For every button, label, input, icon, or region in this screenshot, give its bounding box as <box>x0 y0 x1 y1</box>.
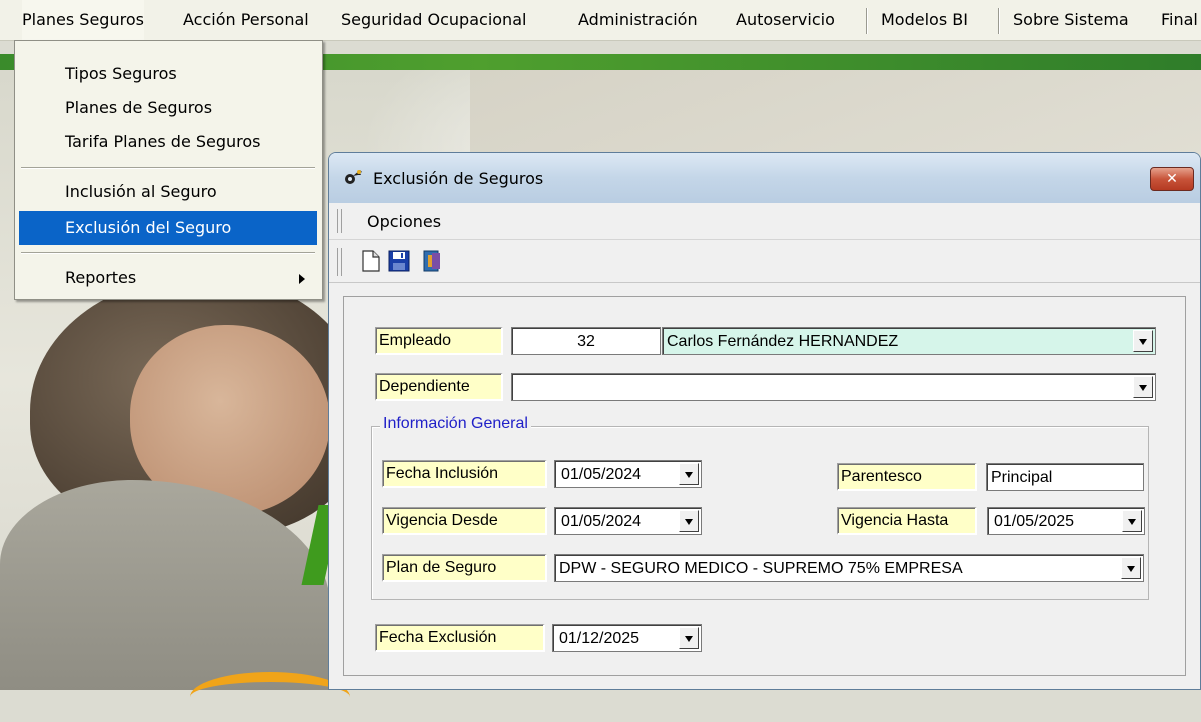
close-button[interactable]: ✕ <box>1150 167 1194 191</box>
menu-divider <box>21 252 315 254</box>
group-title: Información General <box>380 415 531 433</box>
menu-separator <box>866 8 868 34</box>
menu-separator <box>998 8 1000 34</box>
planes-seguros-dropdown: Tipos Seguros Planes de Seguros Tarifa P… <box>14 40 323 300</box>
menu-item-reportes[interactable]: Reportes <box>19 261 317 295</box>
menu-modelos-bi[interactable]: Modelos BI <box>881 0 968 40</box>
plan-de-seguro-label: Plan de Seguro <box>382 554 547 582</box>
dependiente-label: Dependiente <box>375 373 503 401</box>
plan-de-seguro-value: DPW - SEGURO MEDICO - SUPREMO 75% EMPRES… <box>559 560 963 577</box>
main-menubar: Planes Seguros Acción Personal Seguridad… <box>0 0 1201 41</box>
empleado-name-value: Carlos Fernández HERNANDEZ <box>667 333 899 350</box>
new-document-icon[interactable] <box>359 249 383 273</box>
window-menustrip: Opciones <box>329 203 1200 240</box>
exclusion-form-panel: Empleado 32 Carlos Fernández HERNANDEZ D… <box>343 296 1186 676</box>
plan-de-seguro-combo[interactable]: DPW - SEGURO MEDICO - SUPREMO 75% EMPRES… <box>554 554 1144 582</box>
vigencia-desde-value: 01/05/2024 <box>561 513 642 530</box>
vigencia-hasta-value: 01/05/2025 <box>994 513 1075 530</box>
fecha-inclusion-picker[interactable]: 01/05/2024 <box>554 460 702 488</box>
window-titlebar[interactable]: Exclusión de Seguros ✕ <box>329 153 1200 203</box>
exit-icon[interactable] <box>421 249 445 273</box>
dependiente-combo[interactable] <box>511 373 1156 401</box>
save-icon[interactable] <box>387 249 411 273</box>
menu-item-planes-de-seguros[interactable]: Planes de Seguros <box>19 91 317 125</box>
vigencia-desde-picker[interactable]: 01/05/2024 <box>554 507 702 535</box>
empleado-name-combo[interactable]: Carlos Fernández HERNANDEZ <box>662 327 1156 355</box>
menu-divider <box>21 167 315 169</box>
toolbar-grip <box>337 248 342 276</box>
app-key-icon <box>345 170 362 184</box>
fecha-exclusion-label: Fecha Exclusión <box>375 624 545 652</box>
menu-autoservicio[interactable]: Autoservicio <box>736 0 835 40</box>
chevron-down-icon[interactable] <box>679 510 699 532</box>
empleado-id-field[interactable]: 32 <box>511 327 661 355</box>
menu-planes-seguros[interactable]: Planes Seguros <box>22 0 144 40</box>
menu-opciones[interactable]: Opciones <box>367 203 441 239</box>
vigencia-hasta-picker[interactable]: 01/05/2025 <box>987 507 1145 535</box>
menu-item-tipos-seguros[interactable]: Tipos Seguros <box>19 57 317 91</box>
menu-administracion[interactable]: Administración <box>578 0 698 40</box>
menu-seguridad-ocupacional[interactable]: Seguridad Ocupacional <box>341 0 526 40</box>
parentesco-field[interactable]: Principal <box>986 463 1144 491</box>
vigencia-desde-label: Vigencia Desde <box>382 507 547 535</box>
menu-final[interactable]: Final <box>1161 0 1198 40</box>
menu-item-tarifa-planes[interactable]: Tarifa Planes de Seguros <box>19 125 317 159</box>
fecha-exclusion-picker[interactable]: 01/12/2025 <box>552 624 702 652</box>
chevron-down-icon[interactable] <box>1122 510 1142 532</box>
menu-item-inclusion-seguro[interactable]: Inclusión al Seguro <box>19 175 317 209</box>
chevron-down-icon[interactable] <box>1133 376 1153 398</box>
chevron-down-icon[interactable] <box>679 463 699 485</box>
fecha-exclusion-value: 01/12/2025 <box>559 630 640 647</box>
menu-item-reportes-label: Reportes <box>65 268 137 287</box>
menustrip-grip <box>337 209 342 233</box>
fecha-inclusion-label: Fecha Inclusión <box>382 460 547 488</box>
window-toolbar <box>329 240 1200 283</box>
fecha-inclusion-value: 01/05/2024 <box>561 466 642 483</box>
submenu-arrow-icon <box>299 274 305 284</box>
chevron-down-icon[interactable] <box>1121 557 1141 579</box>
parentesco-label: Parentesco <box>837 463 977 491</box>
background-orange-shape <box>190 672 350 722</box>
menu-item-exclusion-seguro[interactable]: Exclusión del Seguro <box>19 211 317 245</box>
chevron-down-icon[interactable] <box>1133 330 1153 352</box>
chevron-down-icon[interactable] <box>679 627 699 649</box>
empleado-label: Empleado <box>375 327 503 355</box>
exclusion-window: Exclusión de Seguros ✕ Opciones Empleado… <box>328 152 1201 690</box>
menu-sobre-sistema[interactable]: Sobre Sistema <box>1013 0 1129 40</box>
menu-accion-personal[interactable]: Acción Personal <box>183 0 309 40</box>
window-title: Exclusión de Seguros <box>373 169 544 188</box>
vigencia-hasta-label: Vigencia Hasta <box>837 507 977 535</box>
